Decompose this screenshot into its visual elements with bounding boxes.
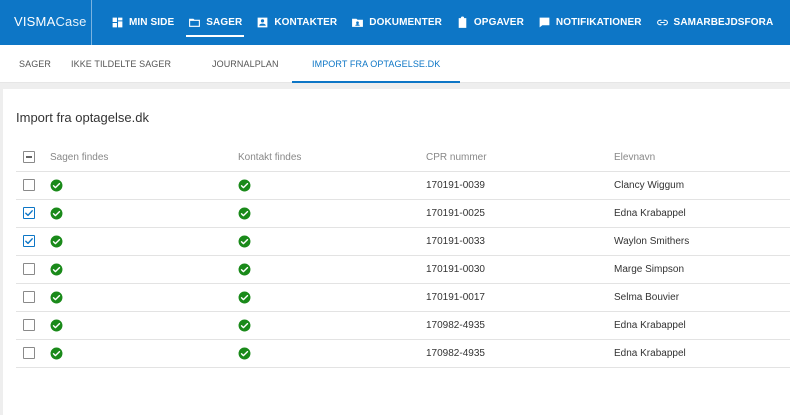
top-navigation-bar: VISMACase MIN SIDE SAGER KONTAKTER DOKUM… [0, 0, 790, 45]
document-icon [352, 18, 364, 27]
import-table: Sagen findes Kontakt findes CPR nummer E… [16, 143, 790, 368]
nav-item-samarbejdsfora[interactable]: SAMARBEJDSFORA [649, 0, 781, 45]
check-circle-icon [50, 291, 63, 304]
tab-import-fra-optagelse[interactable]: IMPORT FRA OPTAGELSE.DK [291, 45, 461, 83]
main-nav: MIN SIDE SAGER KONTAKTER DOKUMENTER OPGA… [104, 0, 780, 45]
cpr-cell: 170982-4935 [426, 320, 485, 331]
cpr-cell: 170982-4935 [426, 348, 485, 359]
table-row[interactable]: 170982-4935 Edna Krabappel [16, 340, 790, 368]
check-circle-icon [50, 319, 63, 332]
column-header-sagen-findes[interactable]: Sagen findes [50, 143, 108, 172]
contact-icon [257, 17, 268, 28]
elevnavn-cell: Waylon Smithers [614, 236, 690, 247]
cpr-cell: 170191-0025 [426, 208, 485, 219]
column-header-cpr-nummer[interactable]: CPR nummer [426, 143, 487, 172]
select-all-checkbox[interactable] [23, 151, 35, 163]
row-checkbox[interactable] [23, 207, 35, 219]
app-logo[interactable]: VISMACase [14, 14, 87, 29]
row-checkbox[interactable] [23, 179, 35, 191]
dashboard-icon [112, 17, 123, 28]
table-row[interactable]: 170191-0025 Edna Krabappel [16, 200, 790, 228]
table-row[interactable]: 170191-0030 Marge Simpson [16, 256, 790, 284]
table-row[interactable]: 170982-4935 Edna Krabappel [16, 312, 790, 340]
nav-item-label: KONTAKTER [274, 17, 338, 28]
check-circle-icon [50, 263, 63, 276]
check-circle-icon [50, 235, 63, 248]
check-circle-icon [50, 347, 63, 360]
nav-item-sager[interactable]: SAGER [181, 0, 249, 45]
nav-item-dokumenter[interactable]: DOKUMENTER [344, 0, 449, 45]
elevnavn-cell: Clancy Wiggum [614, 180, 685, 191]
clipboard-icon [458, 16, 467, 28]
logo-divider [91, 0, 92, 45]
tab-sager[interactable]: SAGER [19, 45, 51, 83]
check-circle-icon [238, 207, 251, 220]
check-circle-icon [238, 235, 251, 248]
logo-brand: VISMA [14, 14, 56, 29]
notification-icon [539, 17, 550, 28]
row-checkbox[interactable] [23, 347, 35, 359]
check-circle-icon [238, 291, 251, 304]
sub-tabs: SAGER IKKE TILDELTE SAGER JOURNALPLAN IM… [0, 45, 790, 83]
nav-item-label: NOTIFIKATIONER [555, 17, 642, 28]
row-checkbox[interactable] [23, 291, 35, 303]
column-header-elevnavn[interactable]: Elevnavn [614, 143, 655, 172]
cpr-cell: 170191-0039 [426, 180, 485, 191]
nav-item-label: DOKUMENTER [369, 17, 442, 28]
folder-icon [189, 18, 201, 27]
elevnavn-cell: Edna Krabappel [614, 348, 686, 359]
page-title: Import fra optagelse.dk [16, 110, 149, 125]
table-row[interactable]: 170191-0039 Clancy Wiggum [16, 172, 790, 200]
check-circle-icon [50, 207, 63, 220]
table-header-row: Sagen findes Kontakt findes CPR nummer E… [16, 143, 790, 172]
nav-item-label: OPGAVER [473, 17, 524, 28]
elevnavn-cell: Selma Bouvier [614, 292, 680, 303]
row-checkbox[interactable] [23, 319, 35, 331]
nav-item-label: SAMARBEJDSFORA [673, 17, 774, 28]
row-checkbox[interactable] [23, 235, 35, 247]
logo-product: Case [55, 14, 87, 29]
nav-item-label: SAGER [206, 17, 243, 28]
link-icon [656, 19, 668, 26]
cpr-cell: 170191-0017 [426, 292, 485, 303]
column-header-kontakt-findes[interactable]: Kontakt findes [238, 143, 301, 172]
tab-ikke-tildelte-sager[interactable]: IKKE TILDELTE SAGER [71, 45, 171, 83]
indeterminate-icon [26, 156, 32, 158]
row-checkbox[interactable] [23, 263, 35, 275]
table-row[interactable]: 170191-0017 Selma Bouvier [16, 284, 790, 312]
elevnavn-cell: Marge Simpson [614, 264, 685, 275]
check-circle-icon [238, 179, 251, 192]
elevnavn-cell: Edna Krabappel [614, 320, 686, 331]
nav-item-notifikationer[interactable]: NOTIFIKATIONER [531, 0, 649, 45]
nav-item-min-side[interactable]: MIN SIDE [104, 0, 181, 45]
nav-item-label: MIN SIDE [129, 17, 175, 28]
tab-journalplan[interactable]: JOURNALPLAN [212, 45, 279, 83]
cpr-cell: 170191-0030 [426, 264, 485, 275]
cpr-cell: 170191-0033 [426, 236, 485, 247]
nav-item-opgaver[interactable]: OPGAVER [449, 0, 531, 45]
check-circle-icon [238, 263, 251, 276]
check-circle-icon [50, 179, 63, 192]
nav-item-kontakter[interactable]: KONTAKTER [249, 0, 344, 45]
elevnavn-cell: Edna Krabappel [614, 208, 686, 219]
table-row[interactable]: 170191-0033 Waylon Smithers [16, 228, 790, 256]
content-separator [0, 83, 790, 89]
check-circle-icon [238, 319, 251, 332]
check-circle-icon [238, 347, 251, 360]
content-left-edge [0, 89, 3, 415]
